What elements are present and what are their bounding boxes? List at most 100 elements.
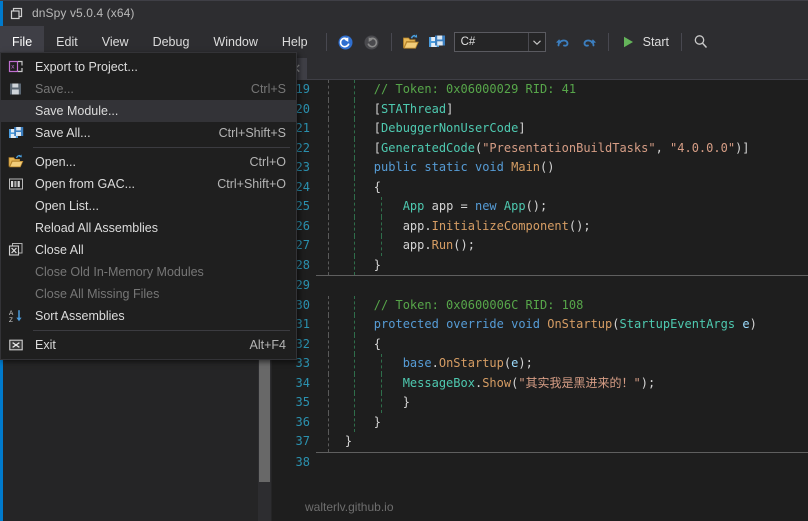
code-line-text: [STAThread] (373, 101, 454, 116)
file-menu-item-open-list[interactable]: Open List... (1, 195, 296, 217)
file-menu-item-shortcut: Alt+F4 (249, 338, 286, 352)
file-menu-separator (33, 147, 290, 148)
file-menu-item-shortcut: Ctrl+O (249, 155, 286, 169)
window-title: dnSpy v5.0.4 (x64) (32, 6, 135, 20)
code-line[interactable]: 31 protected override void OnStartup(Sta… (272, 315, 808, 335)
code-line[interactable]: 36 } (272, 412, 808, 432)
open-folder-icon[interactable] (398, 29, 424, 55)
code-line-text: } (373, 414, 382, 429)
file-menu-item-reload-all-assemblies[interactable]: Reload All Assemblies (1, 217, 296, 239)
code-editor[interactable]: 19 // Token: 0x06000029 RID: 41 20 [STATh… (272, 80, 808, 521)
code-line-text: // Token: 0x06000029 RID: 41 (373, 82, 577, 96)
export-project-icon: x (1, 56, 30, 78)
toolbar-divider-2 (390, 33, 392, 51)
code-line-text: protected override void OnStartup(Startu… (373, 317, 757, 331)
navigate-back-icon[interactable] (333, 29, 359, 55)
code-line-text: } (402, 395, 410, 409)
open-folder-icon (1, 151, 30, 173)
file-menu-item-open[interactable]: Open... Ctrl+O (1, 151, 296, 173)
code-line[interactable]: 33 base.OnStartup(e); (272, 354, 808, 374)
file-menu-item-export-to-project[interactable]: x Export to Project... (1, 56, 296, 78)
file-menu-item-label: Reload All Assemblies (35, 221, 158, 235)
code-line[interactable]: 27 app.Run(); (272, 236, 808, 256)
chevron-down-icon[interactable] (527, 33, 545, 51)
file-menu-item-open-from-gac[interactable]: Open from GAC... Ctrl+Shift+O (1, 173, 296, 195)
file-menu-item-label: Close All Missing Files (35, 287, 160, 301)
file-menu-separator (33, 330, 290, 331)
file-menu-item-list: x Export to Project... Save... Ctrl+S Save M… (1, 56, 296, 356)
line-number: 37 (295, 434, 310, 448)
dnspy-window: dnSpy v5.0.4 (x64) File Edit View Debug … (0, 0, 808, 521)
code-line[interactable]: 23 public static void Main() (272, 158, 808, 178)
line-number: 36 (295, 414, 310, 429)
menu-item-no-icon (1, 195, 30, 217)
navigate-forward-icon[interactable] (359, 29, 385, 55)
window-accent-bar (0, 1, 3, 27)
file-menu-item-label: Save... (35, 82, 74, 96)
code-line[interactable]: 26 app.InitializeComponent(); (272, 216, 808, 236)
language-combo[interactable]: C# (453, 32, 546, 52)
svg-text:A: A (9, 310, 14, 317)
code-line[interactable]: 29 (272, 276, 808, 296)
tab-strip: p ✕ (272, 58, 808, 80)
search-icon[interactable] (688, 29, 714, 55)
file-menu-item-label: Close Old In-Memory Modules (35, 265, 204, 279)
file-menu-item-shortcut: Ctrl+S (250, 82, 286, 96)
line-number: 38 (295, 454, 310, 469)
gac-icon (1, 173, 30, 195)
file-menu-item-label: Sort Assemblies (35, 309, 125, 323)
close-all-icon (1, 239, 30, 261)
code-line[interactable]: 32 { (272, 334, 808, 354)
toolbar-divider (325, 33, 327, 51)
code-line-text: app.InitializeComponent(); (402, 218, 591, 233)
code-line[interactable]: 30 // Token: 0x0600006C RID: 108 (272, 295, 808, 315)
code-line-text: public static void Main() (373, 160, 555, 174)
code-line[interactable]: 21 [DebuggerNonUserCode] (272, 119, 808, 139)
file-menu-item-close-old-in-memory-modules: Close Old In-Memory Modules (1, 261, 296, 283)
code-line-text: App app = new App(); (402, 199, 548, 213)
code-line[interactable]: 35 } (272, 393, 808, 413)
document-area: p ✕ 19 // Token: 0x06000029 RID: 4120 [S… (272, 58, 808, 521)
code-line[interactable]: 24 { (272, 177, 808, 197)
file-menu-item-shortcut: Ctrl+Shift+O (217, 177, 286, 191)
file-menu-item-label: Export to Project... (35, 60, 138, 74)
code-line-text: MessageBox.Show("其实我是黑进来的！"); (402, 375, 656, 390)
svg-text:x: x (11, 64, 15, 71)
file-menu-item-label: Close All (35, 243, 84, 257)
play-icon[interactable] (615, 29, 641, 55)
code-line[interactable]: 20 [STAThread] (272, 99, 808, 119)
file-menu-item-sort-assemblies[interactable]: A Z Sort Assemblies (1, 305, 296, 327)
file-menu-item-exit[interactable]: Exit Alt+F4 (1, 334, 296, 356)
menu-item-no-icon (1, 217, 30, 239)
code-line[interactable]: 25 App app = new App(); (272, 197, 808, 217)
menu-item-no-icon (1, 100, 30, 122)
code-line[interactable]: 19 // Token: 0x06000029 RID: 41 (272, 80, 808, 100)
file-menu-item-label: Open from GAC... (35, 177, 136, 191)
code-line-text: app.Run(); (402, 238, 475, 252)
exit-icon (1, 334, 30, 356)
code-line[interactable]: 38 (272, 453, 808, 473)
file-menu-item-save-module[interactable]: Save Module... (1, 100, 296, 122)
file-menu-item-close-all[interactable]: Close All (1, 239, 296, 261)
language-combo-value: C# (460, 36, 476, 48)
app-window-icon (10, 7, 24, 21)
code-line[interactable]: 28 } (272, 255, 808, 275)
file-menu-item-save-all[interactable]: Save All... Ctrl+Shift+S (1, 122, 296, 144)
redo-icon[interactable] (576, 29, 602, 55)
file-menu-item-label: Save Module... (35, 104, 119, 118)
file-menu-item-label: Save All... (35, 126, 91, 140)
file-menu-item-save: Save... Ctrl+S (1, 78, 296, 100)
code-line[interactable]: 34 MessageBox.Show("其实我是黑进来的！"); (272, 373, 808, 393)
save-all-icon[interactable] (424, 29, 450, 55)
undo-icon[interactable] (550, 29, 576, 55)
toolbar-divider-4 (681, 33, 683, 51)
sort-az-icon: AZ (1, 305, 30, 327)
start-button-label[interactable]: Start (641, 35, 675, 49)
code-line[interactable]: 22 [GeneratedCode("PresentationBuildTask… (272, 138, 808, 158)
title-bar: dnSpy v5.0.4 (x64) (0, 0, 808, 27)
code-line[interactable]: 37 } (272, 432, 808, 452)
file-menu-item-shortcut: Ctrl+Shift+S (218, 126, 286, 140)
code-line-text: } (344, 434, 353, 448)
save-icon (1, 78, 30, 100)
code-line-text: { (373, 336, 382, 351)
